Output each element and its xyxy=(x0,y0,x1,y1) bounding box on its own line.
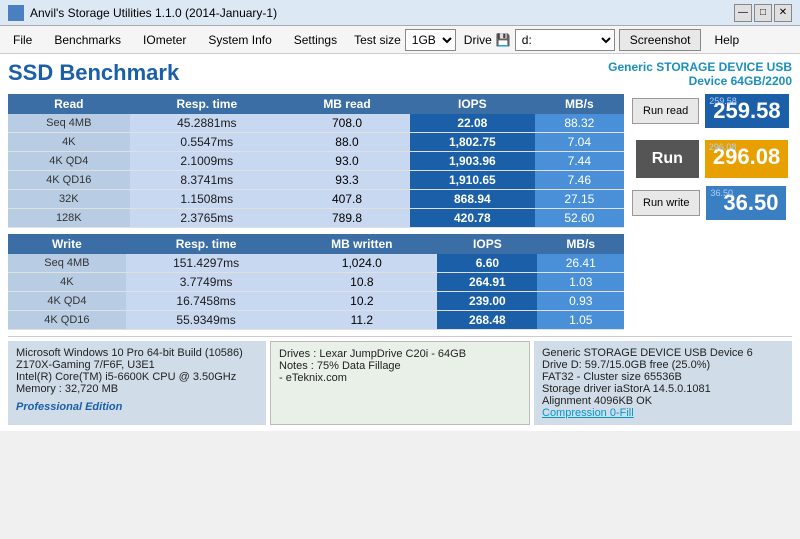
menu-system-info[interactable]: System Info xyxy=(199,29,280,51)
sys-line1: Microsoft Windows 10 Pro 64-bit Build (1… xyxy=(16,347,258,359)
read-table-row: Seq 4MB45.2881ms708.022.0888.32 xyxy=(8,114,624,133)
write-header-col4: MB/s xyxy=(537,234,624,254)
test-size-select[interactable]: 1GB xyxy=(405,29,456,51)
main-area: SSD Benchmark Generic STORAGE DEVICE USB… xyxy=(0,54,800,431)
run-button[interactable]: Run xyxy=(636,140,699,178)
read-table-row: 4K QD168.3741ms93.31,910.657.46 xyxy=(8,171,624,190)
drive-group: Drive 💾 d: xyxy=(464,29,615,51)
menu-bar: File Benchmarks IOmeter System Info Sett… xyxy=(0,26,800,54)
read-table-row: 4K0.5547ms88.01,802.757.04 xyxy=(8,133,624,152)
run-write-button[interactable]: Run write xyxy=(632,190,700,216)
app-icon xyxy=(8,5,24,21)
read-header-col3: IOPS xyxy=(410,94,535,114)
write-table-row: 4K3.7749ms10.8264.911.03 xyxy=(8,273,624,292)
bench-area: Read Resp. time MB read IOPS MB/s Seq 4M… xyxy=(8,94,792,330)
footer-sys: Microsoft Windows 10 Pro 64-bit Build (1… xyxy=(8,341,266,425)
table-section: Read Resp. time MB read IOPS MB/s Seq 4M… xyxy=(8,94,624,330)
professional-edition: Professional Edition xyxy=(16,401,258,413)
maximize-button[interactable]: □ xyxy=(754,4,772,22)
write-score-row: Run write 36.50 36.50 xyxy=(632,186,792,220)
footer-storage: Generic STORAGE DEVICE USB Device 6 Driv… xyxy=(534,341,792,425)
run-btn-row: Run 296.08 296.08 xyxy=(632,140,792,178)
drive-label: Drive xyxy=(464,33,492,47)
read-header-col4: MB/s xyxy=(535,94,624,114)
read-score-box: 259.58 259.58 xyxy=(705,94,788,128)
read-table-row: 4K QD42.1009ms93.01,903.967.44 xyxy=(8,152,624,171)
write-score-box: 36.50 36.50 xyxy=(706,186,786,220)
screenshot-button[interactable]: Screenshot xyxy=(619,29,702,51)
storage-line5: Alignment 4096KB OK xyxy=(542,395,784,407)
menu-iometer[interactable]: IOmeter xyxy=(134,29,195,51)
drive-select[interactable]: d: xyxy=(515,29,615,51)
header-row: SSD Benchmark Generic STORAGE DEVICE USB… xyxy=(8,60,792,88)
read-table-row: 128K2.3765ms789.8420.7852.60 xyxy=(8,209,624,228)
write-table-row: 4K QD1655.9349ms11.2268.481.05 xyxy=(8,311,624,330)
write-header-col1: Resp. time xyxy=(126,234,287,254)
drives-line3: - eTeknix.com xyxy=(279,372,521,384)
storage-line2: Drive D: 59.7/15.0GB free (25.0%) xyxy=(542,359,784,371)
title-bar: Anvil's Storage Utilities 1.1.0 (2014-Ja… xyxy=(0,0,800,26)
write-table: Write Resp. time MB written IOPS MB/s Se… xyxy=(8,234,624,330)
sys-line4: Memory : 32,720 MB xyxy=(16,383,258,395)
drives-line1: Drives : Lexar JumpDrive C20i - 64GB xyxy=(279,348,521,360)
write-score-small: 36.50 xyxy=(710,188,733,198)
read-table: Read Resp. time MB read IOPS MB/s Seq 4M… xyxy=(8,94,624,228)
title-bar-text: Anvil's Storage Utilities 1.1.0 (2014-Ja… xyxy=(30,6,277,20)
right-widgets: Run read 259.58 259.58 Run 296.08 296.08… xyxy=(632,94,792,330)
write-header-col2: MB written xyxy=(286,234,437,254)
menu-help[interactable]: Help xyxy=(705,29,748,51)
menu-settings[interactable]: Settings xyxy=(285,29,346,51)
menu-benchmarks[interactable]: Benchmarks xyxy=(45,29,130,51)
footer-drives: Drives : Lexar JumpDrive C20i - 64GB Not… xyxy=(270,341,530,425)
read-score-row: Run read 259.58 259.58 xyxy=(632,94,792,128)
storage-line4: Storage driver iaStorA 14.5.0.1081 xyxy=(542,383,784,395)
close-button[interactable]: ✕ xyxy=(774,4,792,22)
read-score-small: 259.58 xyxy=(709,96,737,106)
read-header-col0: Read xyxy=(8,94,130,114)
device-line1: Generic STORAGE DEVICE USB xyxy=(608,60,792,74)
drives-line2: Notes : 75% Data Fillage xyxy=(279,360,521,372)
test-size-label: Test size xyxy=(354,33,401,47)
write-table-row: 4K QD416.7458ms10.2239.000.93 xyxy=(8,292,624,311)
write-table-row: Seq 4MB151.4297ms1,024.06.6026.41 xyxy=(8,254,624,273)
read-table-row: 32K1.1508ms407.8868.9427.15 xyxy=(8,190,624,209)
device-info: Generic STORAGE DEVICE USB Device 64GB/2… xyxy=(608,60,792,88)
ssd-title: SSD Benchmark xyxy=(8,60,179,86)
read-header-col2: MB read xyxy=(284,94,410,114)
sys-line3: Intel(R) Core(TM) i5-6600K CPU @ 3.50GHz xyxy=(16,371,258,383)
device-line2: Device 64GB/2200 xyxy=(608,74,792,88)
test-size-group: Test size 1GB xyxy=(354,29,456,51)
storage-line6[interactable]: Compression 0-Fill xyxy=(542,407,784,419)
sys-line2: Z170X-Gaming 7/F6F, U3E1 xyxy=(16,359,258,371)
read-header-col1: Resp. time xyxy=(130,94,284,114)
storage-line3: FAT32 - Cluster size 65536B xyxy=(542,371,784,383)
footer-area: Microsoft Windows 10 Pro 64-bit Build (1… xyxy=(8,336,792,425)
write-header-col3: IOPS xyxy=(437,234,537,254)
menu-file[interactable]: File xyxy=(4,29,41,51)
drive-icon: 💾 xyxy=(496,33,511,47)
minimize-button[interactable]: — xyxy=(734,4,752,22)
total-score-box: 296.08 296.08 xyxy=(705,140,788,178)
write-header-col0: Write xyxy=(8,234,126,254)
storage-line1: Generic STORAGE DEVICE USB Device 6 xyxy=(542,347,784,359)
run-read-button[interactable]: Run read xyxy=(632,98,699,124)
total-score-small: 296.08 xyxy=(709,142,737,152)
